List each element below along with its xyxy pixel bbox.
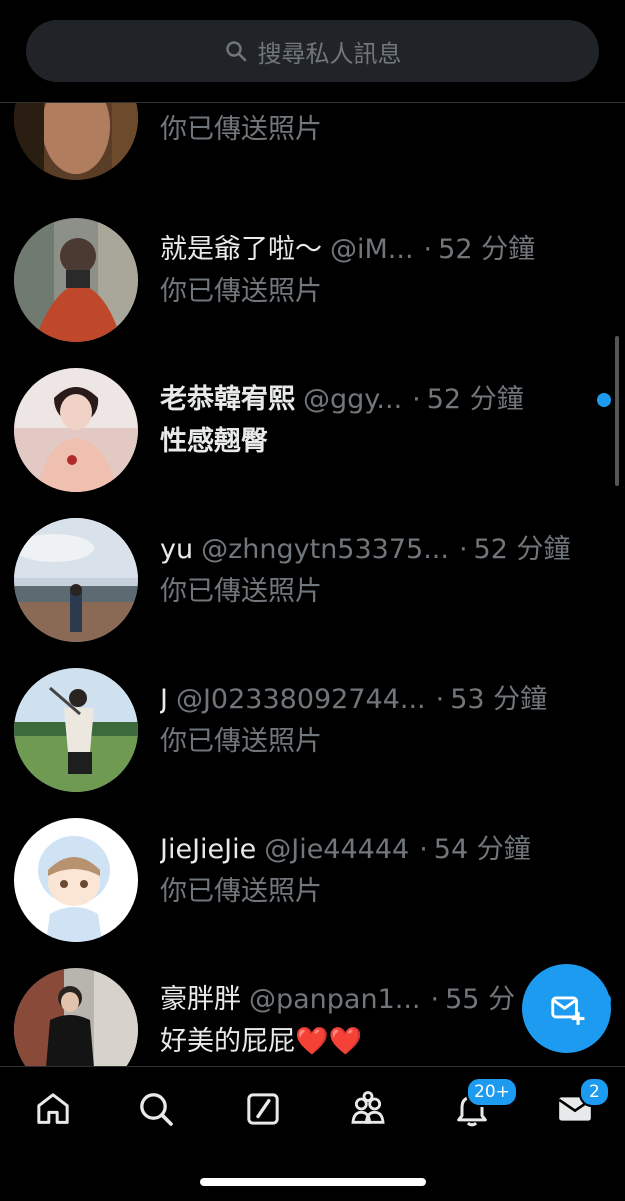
nav-communities[interactable] — [348, 1089, 392, 1133]
conversation-handle: @zhngytn53375... — [201, 534, 449, 565]
conversation-handle: @iM... — [330, 234, 414, 265]
conversation-row[interactable]: J @J02338092744... · 53 分鐘 你已傳送照片 — [0, 660, 625, 810]
conversation-header: J @J02338092744... · 53 分鐘 — [160, 682, 606, 718]
conversation-time: 52 分鐘 — [438, 234, 536, 265]
conversation-preview: 你已傳送照片 — [160, 876, 322, 907]
conversation-header: 豪胖胖 @panpan1... · 55 分 — [160, 982, 550, 1018]
conversation-handle: @panpan1... — [249, 984, 421, 1015]
conversation-name: J — [160, 684, 168, 715]
nav-home[interactable] — [33, 1089, 77, 1133]
conversation-time: 52 分鐘 — [473, 534, 571, 565]
conversation-row[interactable]: JieJieJie @Jie44444 · 54 分鐘 你已傳送照片 — [0, 810, 625, 960]
separator-dot: · — [419, 834, 428, 865]
conversation-name: JieJieJie — [160, 834, 257, 865]
conversation-preview: 你已傳送照片 — [160, 726, 322, 757]
nav-grok[interactable] — [243, 1089, 287, 1133]
conversation-preview: 好美的屁屁❤️❤️ — [160, 1026, 363, 1057]
top-bar: 搜尋私人訊息 — [0, 0, 625, 103]
conversation-time: 52 分鐘 — [426, 384, 524, 415]
separator-dot: · — [435, 684, 445, 715]
avatar[interactable] — [14, 368, 138, 492]
avatar[interactable] — [14, 968, 138, 1066]
conversation-preview: 你已傳送照片 — [160, 576, 322, 607]
search-icon — [225, 41, 246, 62]
nav-messages[interactable]: 2 — [555, 1077, 610, 1133]
conversation-name: 老恭韓宥熙 — [160, 384, 295, 415]
conversation-name: yu — [160, 534, 194, 565]
conversation-row[interactable]: 老恭韓宥熙 @ggy... · 52 分鐘 性感翹臀 — [0, 360, 625, 510]
conversation-time: 55 分 — [445, 984, 516, 1015]
search-placeholder: 搜尋私人訊息 — [257, 39, 402, 68]
separator-dot: · — [430, 984, 440, 1015]
separator-dot: · — [423, 234, 433, 265]
conversation-time: 54 分鐘 — [433, 834, 531, 865]
conversation-preview: 你已傳送照片 — [160, 276, 322, 307]
conversation-row[interactable]: yu @zhngytn53375... · 52 分鐘 你已傳送照片 — [0, 510, 625, 660]
separator-dot: · — [458, 534, 468, 565]
conversation-name: 就是爺了啦～ — [160, 234, 322, 265]
notifications-badge: 20+ — [466, 1077, 518, 1107]
conversation-header: JieJieJie @Jie44444 · 54 分鐘 — [160, 832, 606, 868]
conversation-name: 豪胖胖 — [160, 984, 241, 1015]
conversation-handle: @Jie44444 — [264, 834, 410, 865]
conversation-handle: @J02338092744... — [175, 684, 426, 715]
scrollbar[interactable] — [615, 336, 619, 486]
conversation-list: 你已傳送照片 就是爺了啦～ @iM... · 52 分鐘 你已傳送照片 老恭韓宥… — [0, 48, 625, 1066]
search-input[interactable]: 搜尋私人訊息 — [26, 20, 599, 82]
conversation-header: 就是爺了啦～ @iM... · 52 分鐘 — [160, 232, 606, 268]
home-indicator — [200, 1178, 426, 1186]
conversation-header: yu @zhngytn53375... · 52 分鐘 — [160, 532, 606, 568]
nav-notifications[interactable]: 20+ — [452, 1077, 518, 1133]
conversation-header: 老恭韓宥熙 @ggy... · 52 分鐘 — [160, 382, 580, 418]
search-icon — [140, 1093, 173, 1126]
avatar[interactable] — [14, 668, 138, 792]
avatar[interactable] — [14, 818, 138, 942]
home-icon — [37, 1093, 69, 1124]
nav-explore[interactable] — [136, 1089, 180, 1133]
grok-icon — [247, 1093, 279, 1125]
conversation-preview: 性感翹臀 — [160, 426, 268, 457]
separator-dot: · — [412, 384, 421, 415]
new-message-icon — [550, 995, 584, 1025]
avatar[interactable] — [14, 218, 138, 342]
conversation-time: 53 分鐘 — [450, 684, 548, 715]
conversation-preview: 你已傳送照片 — [160, 114, 322, 145]
messages-badge: 2 — [579, 1077, 610, 1107]
communities-icon — [351, 1091, 385, 1124]
conversation-handle: @ggy... — [303, 384, 403, 415]
new-message-button[interactable] — [522, 964, 611, 1053]
unread-indicator — [597, 393, 611, 407]
avatar[interactable] — [14, 518, 138, 642]
conversation-row[interactable]: 就是爺了啦～ @iM... · 52 分鐘 你已傳送照片 — [0, 210, 625, 360]
